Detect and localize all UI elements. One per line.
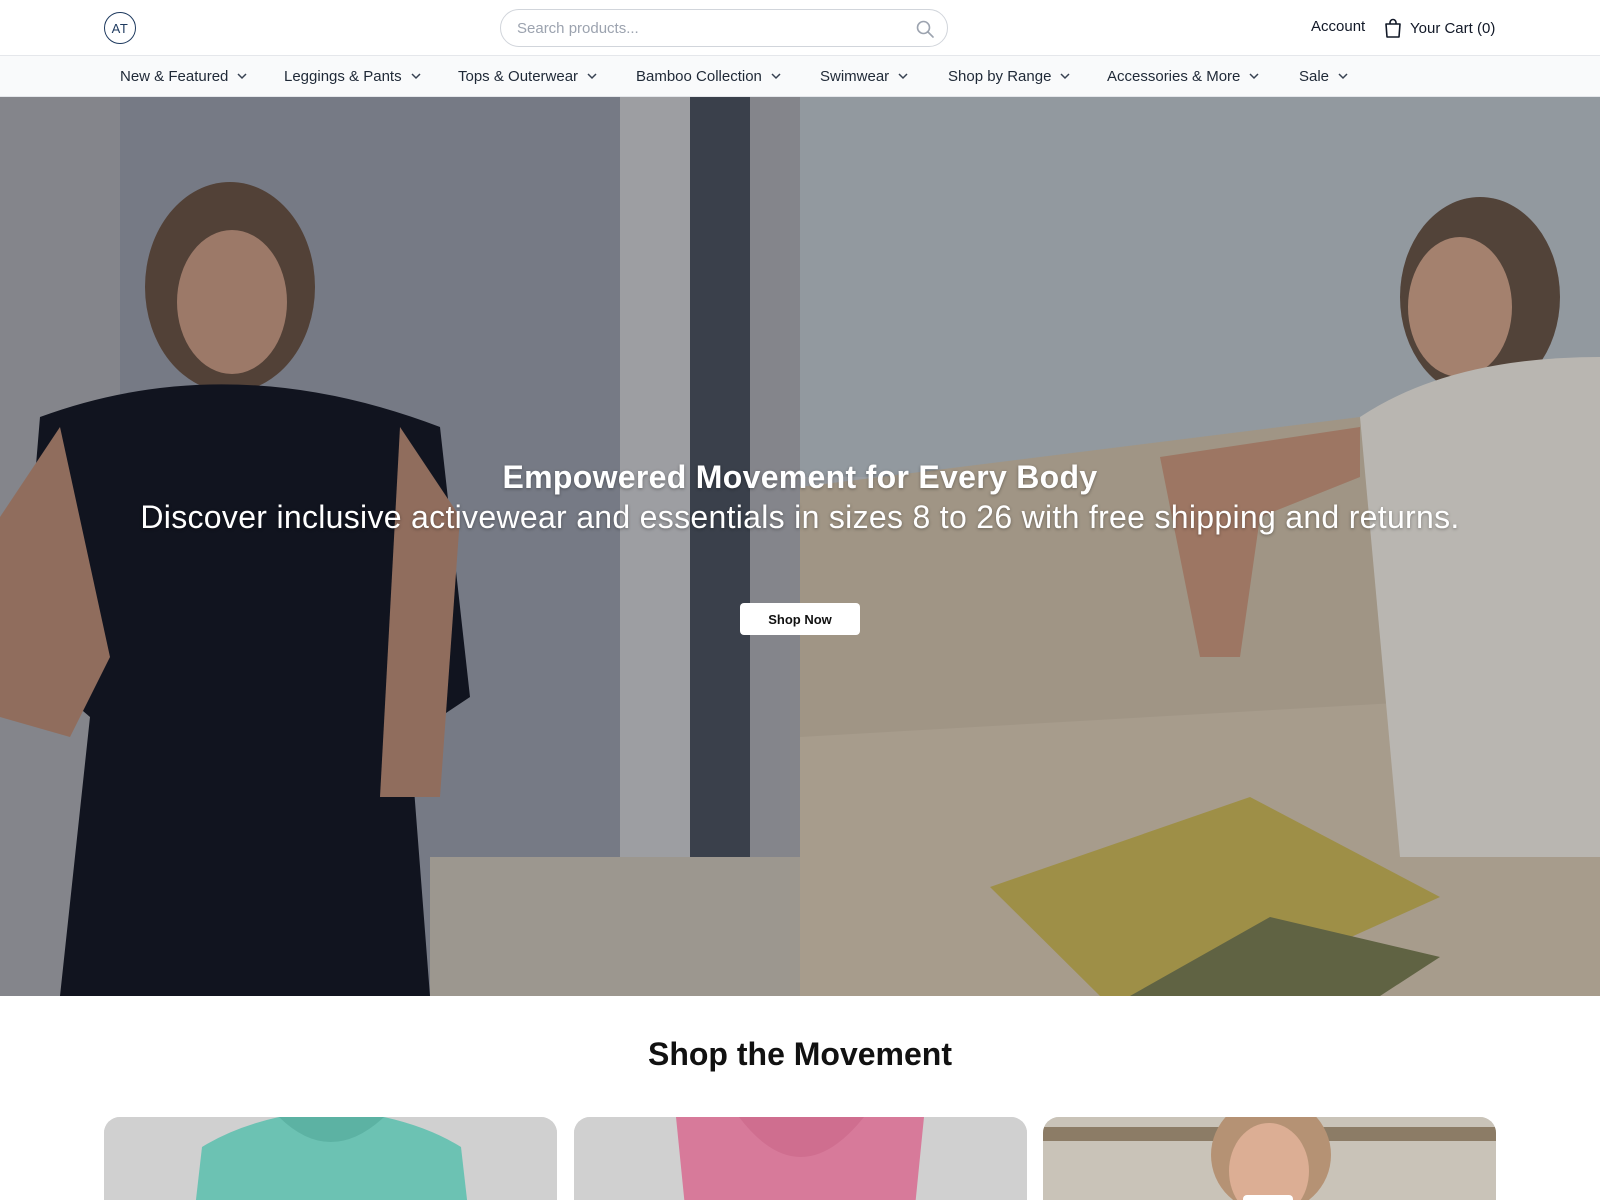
nav-item-label: Swimwear bbox=[820, 67, 890, 85]
nav-item-leggings-pants[interactable]: Leggings & Pants bbox=[284, 56, 422, 96]
search-icon[interactable] bbox=[915, 19, 935, 39]
product-card[interactable] bbox=[104, 1117, 557, 1200]
nav-item-label: Bamboo Collection bbox=[636, 67, 762, 85]
shop-now-button[interactable]: Shop Now bbox=[740, 603, 860, 635]
site-header: AT Account Your Cart (0) bbox=[0, 0, 1600, 56]
product-card[interactable] bbox=[1043, 1117, 1496, 1200]
nav-item-swimwear[interactable]: Swimwear bbox=[820, 56, 909, 96]
cart-label: Your Cart (0) bbox=[1410, 19, 1496, 37]
nav-item-new-featured[interactable]: New & Featured bbox=[120, 56, 248, 96]
hero-overlay bbox=[0, 97, 1600, 996]
chevron-down-icon bbox=[587, 73, 597, 80]
chevron-down-icon bbox=[1338, 73, 1348, 80]
nav-item-label: Tops & Outerwear bbox=[458, 67, 579, 85]
chevron-down-icon bbox=[1249, 73, 1259, 80]
product-card[interactable] bbox=[574, 1117, 1027, 1200]
hero-banner: Empowered Movement for Every Body Discov… bbox=[0, 97, 1600, 996]
nav-item-sale[interactable]: Sale bbox=[1299, 56, 1349, 96]
hero-subtitle: Discover inclusive activewear and essent… bbox=[140, 499, 1460, 535]
chevron-down-icon bbox=[771, 73, 781, 80]
main-nav: New & Featured Leggings & Pants Tops & O… bbox=[0, 56, 1600, 97]
nav-item-shop-by-range[interactable]: Shop by Range bbox=[948, 56, 1071, 96]
search-box bbox=[500, 9, 948, 47]
section-title: Shop the Movement bbox=[647, 1036, 952, 1072]
chevron-down-icon bbox=[1060, 73, 1070, 80]
hero-text: Empowered Movement for Every Body Discov… bbox=[140, 457, 1460, 537]
product-image bbox=[1043, 1117, 1496, 1200]
product-image bbox=[574, 1117, 1027, 1200]
bag-icon bbox=[1385, 18, 1401, 38]
nav-item-accessories-more[interactable]: Accessories & More bbox=[1107, 56, 1260, 96]
nav-item-bamboo-collection[interactable]: Bamboo Collection bbox=[636, 56, 782, 96]
nav-item-label: Shop by Range bbox=[948, 67, 1052, 85]
product-image bbox=[104, 1117, 557, 1200]
account-link[interactable]: Account bbox=[1311, 18, 1365, 35]
search-input[interactable] bbox=[517, 10, 897, 46]
chevron-down-icon bbox=[237, 73, 247, 80]
brand-logo[interactable]: AT bbox=[104, 12, 136, 44]
hero-title: Empowered Movement for Every Body bbox=[502, 459, 1098, 495]
chevron-down-icon bbox=[898, 73, 908, 80]
nav-item-label: Sale bbox=[1299, 67, 1330, 85]
cart-link[interactable]: Your Cart (0) bbox=[1384, 16, 1495, 40]
chevron-down-icon bbox=[411, 73, 421, 80]
nav-item-label: Accessories & More bbox=[1107, 67, 1241, 85]
nav-item-tops-outerwear[interactable]: Tops & Outerwear bbox=[458, 56, 598, 96]
nav-item-label: Leggings & Pants bbox=[284, 67, 402, 85]
nav-item-label: New & Featured bbox=[120, 67, 229, 85]
